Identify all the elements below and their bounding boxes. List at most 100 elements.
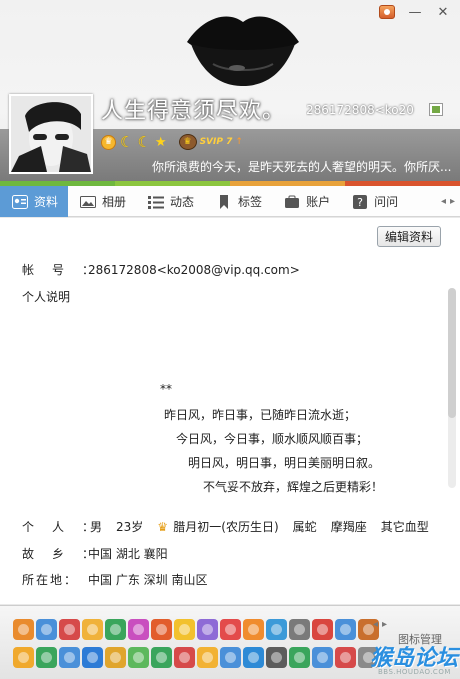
tab-wenwen[interactable]: ? 问问 bbox=[340, 186, 408, 217]
service-app-icon[interactable] bbox=[36, 647, 57, 668]
service-app-icon[interactable] bbox=[151, 619, 172, 640]
location-value: 中国 广东 深圳 南山区 bbox=[88, 573, 208, 587]
service-app-icon[interactable] bbox=[174, 619, 195, 640]
tab-label: 账户 bbox=[306, 195, 331, 209]
tab-album[interactable]: 相册 bbox=[68, 186, 136, 217]
tab-account[interactable]: 账户 bbox=[272, 186, 340, 217]
moon-icon[interactable]: ☾ bbox=[137, 134, 150, 150]
icon-bar-left-icon[interactable]: ◂ bbox=[373, 619, 378, 630]
crown-icon[interactable]: ♛ bbox=[101, 134, 116, 150]
service-app-icon[interactable] bbox=[289, 647, 310, 668]
service-app-icon[interactable] bbox=[312, 647, 333, 668]
service-app-icon[interactable] bbox=[128, 619, 149, 640]
description-line: 不气妥不放弃，辉煌之后更精彩！ bbox=[203, 480, 384, 494]
svg-text:?: ? bbox=[357, 196, 363, 209]
service-app-icon[interactable] bbox=[197, 619, 218, 640]
question-icon: ? bbox=[353, 194, 368, 209]
description-line: 明日风，明日事，明日美丽明日叙。 bbox=[188, 456, 381, 470]
avatar-photo bbox=[11, 96, 91, 172]
service-app-icon[interactable] bbox=[335, 619, 356, 640]
avatar[interactable] bbox=[9, 94, 93, 174]
nickname: 人生得意须尽欢。 bbox=[101, 99, 286, 124]
close-icon[interactable]: ✕ bbox=[434, 4, 452, 20]
service-app-icon[interactable] bbox=[105, 619, 126, 640]
tab-label: 动态 bbox=[170, 195, 195, 209]
tab-label: 相册 bbox=[102, 195, 127, 209]
service-app-icon[interactable] bbox=[335, 647, 356, 668]
description-label: 个人说明 bbox=[22, 290, 71, 304]
content-scrollbar[interactable] bbox=[448, 288, 456, 488]
moon-icon[interactable]: ☾ bbox=[120, 134, 133, 150]
service-icon-row bbox=[13, 619, 379, 640]
hometown-row: 故乡： 中国 湖北 襄阳 bbox=[22, 545, 168, 562]
svip-label: SVIP 7 bbox=[199, 137, 233, 147]
star-icon[interactable]: ★ bbox=[155, 135, 167, 150]
service-app-icon[interactable] bbox=[220, 619, 241, 640]
lips-background-image bbox=[187, 16, 299, 86]
tab-scroll-arrows: ◂ ▸ bbox=[436, 186, 460, 216]
photo-album-icon bbox=[80, 195, 97, 208]
service-app-icon[interactable] bbox=[13, 619, 34, 640]
skin-icon[interactable] bbox=[378, 4, 396, 20]
service-app-icon[interactable] bbox=[220, 647, 241, 668]
service-app-icon[interactable] bbox=[266, 619, 287, 640]
age-value: 23岁 bbox=[116, 520, 144, 534]
tab-feed[interactable]: 动态 bbox=[136, 186, 204, 217]
tab-scroll-left-icon[interactable]: ◂ bbox=[441, 196, 446, 207]
description-line: 昨日风，昨日事，已随昨日流水逝； bbox=[164, 408, 357, 422]
gender-value: 男 bbox=[90, 520, 103, 534]
tab-profile[interactable]: 资料 bbox=[0, 186, 69, 217]
zodiac-value: 属蛇 bbox=[292, 520, 317, 534]
service-app-icon[interactable] bbox=[82, 619, 103, 640]
service-app-icon[interactable] bbox=[151, 647, 172, 668]
service-app-icon[interactable] bbox=[128, 647, 149, 668]
svip-badge[interactable]: ♛ SVIP 7 ↑ bbox=[178, 134, 243, 150]
minimize-icon[interactable]: — bbox=[406, 4, 424, 20]
birthday-value: ♛ 腊月初一(农历生日) bbox=[157, 518, 278, 535]
service-app-icon[interactable] bbox=[59, 619, 80, 640]
service-app-icon[interactable] bbox=[243, 647, 264, 668]
personal-label: 个人： bbox=[22, 520, 113, 534]
service-app-icon[interactable] bbox=[174, 647, 195, 668]
hometown-label: 故乡： bbox=[22, 547, 113, 561]
birthday-crown-icon: ♛ bbox=[157, 520, 169, 534]
profile-header: — ✕ 人生得意须尽欢。 286172808<ko20 ♛ ☾ ☾ ★ ♛ SV… bbox=[0, 0, 460, 186]
service-icon-row bbox=[13, 647, 379, 668]
description-line: 今日风，今日事，顺水顺风顺百事； bbox=[176, 432, 369, 446]
service-app-icon[interactable] bbox=[243, 619, 264, 640]
tab-label: 标签 bbox=[238, 195, 263, 209]
hometown-value: 中国 湖北 襄阳 bbox=[88, 547, 168, 561]
service-app-icon[interactable] bbox=[59, 647, 80, 668]
service-app-icon[interactable] bbox=[312, 619, 333, 640]
service-app-icon[interactable] bbox=[36, 619, 57, 640]
service-app-icon[interactable] bbox=[197, 647, 218, 668]
service-app-icon[interactable] bbox=[105, 647, 126, 668]
blood-type-value: 其它血型 bbox=[380, 520, 429, 534]
service-app-icon[interactable] bbox=[266, 647, 287, 668]
description-label-row: 个人说明 bbox=[22, 288, 70, 305]
feed-list-icon bbox=[148, 195, 165, 209]
icon-bar-arrows: ◂ ▸ bbox=[373, 619, 387, 630]
personal-signature[interactable]: 你所浪费的今天，是昨天死去的人奢望的明天。你所厌... bbox=[152, 158, 452, 175]
edit-profile-button[interactable]: 编辑资料 bbox=[377, 226, 441, 247]
service-app-icon[interactable] bbox=[13, 647, 34, 668]
location-label: 所在地： bbox=[22, 573, 79, 587]
tab-bar: 资料 相册 动态 标签 账户 ? 问问 ◂ ▸ bbox=[0, 186, 460, 217]
location-row: 所在地： 中国 广东 深圳 南山区 bbox=[22, 571, 207, 588]
tab-tags[interactable]: 标签 bbox=[204, 186, 272, 217]
account-label: 帐号： bbox=[22, 263, 113, 277]
tab-scroll-right-icon[interactable]: ▸ bbox=[450, 196, 455, 207]
tab-label: 问问 bbox=[374, 195, 399, 209]
account-row: 帐号： 286172808<ko2008@vip.qq.com> bbox=[22, 261, 300, 278]
edit-signature-icon[interactable] bbox=[429, 103, 443, 116]
forum-watermark-url: BBS.HOUDAO.COM bbox=[378, 668, 451, 676]
service-app-icon[interactable] bbox=[82, 647, 103, 668]
scrollbar-thumb[interactable] bbox=[448, 288, 456, 418]
service-app-icon[interactable] bbox=[289, 619, 310, 640]
bookmark-tag-icon bbox=[220, 194, 229, 209]
icon-bar-right-icon[interactable]: ▸ bbox=[382, 619, 387, 630]
constellation-value: 摩羯座 bbox=[330, 520, 367, 534]
personal-row: 个人： 男 23岁 ♛ 腊月初一(农历生日) 属蛇 摩羯座 其它血型 bbox=[22, 518, 429, 535]
svip-icon: ♛ bbox=[178, 134, 197, 150]
profile-content: 编辑资料 帐号： 286172808<ko2008@vip.qq.com> 个人… bbox=[0, 218, 460, 604]
